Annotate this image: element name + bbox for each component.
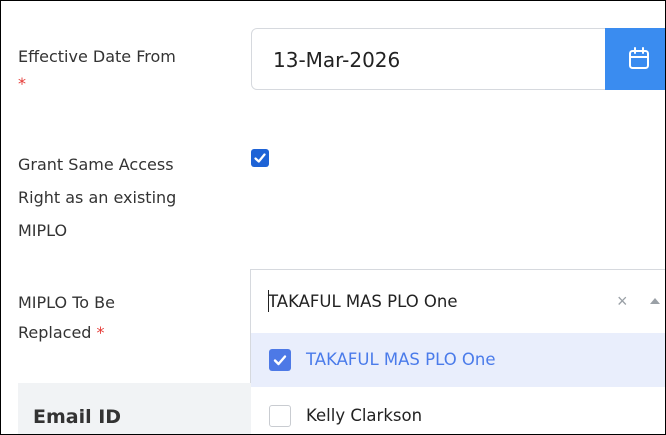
dropdown-option[interactable]: TAKAFUL MAS PLO One <box>250 333 665 387</box>
grant-label-line2: Right as an existing <box>18 188 177 207</box>
email-id-header: Email ID <box>18 383 251 434</box>
grant-access-checkbox[interactable] <box>251 149 269 167</box>
grant-access-label: Grant Same Access Right as an existing M… <box>18 148 233 247</box>
calendar-icon <box>629 47 649 69</box>
form-panel: Effective Date From * 13-Mar-2026 Grant … <box>0 0 666 435</box>
grant-label-line3: MIPLO <box>18 221 68 240</box>
multiselect-value[interactable]: TAKAFUL MAS PLO One <box>268 270 458 334</box>
effective-date-label: Effective Date From * <box>18 43 233 97</box>
checkmark-icon <box>254 153 266 163</box>
option-label: TAKAFUL MAS PLO One <box>306 350 496 369</box>
effective-date-input[interactable]: 13-Mar-2026 <box>273 29 400 91</box>
effective-date-field[interactable]: 13-Mar-2026 <box>251 28 665 91</box>
option-label: Kelly Clarkson <box>306 406 423 425</box>
calendar-button[interactable] <box>605 28 665 90</box>
required-asterisk: * <box>18 74 26 93</box>
miplo-replaced-label: MIPLO To Be Replaced * <box>18 288 233 348</box>
caret-up-icon[interactable] <box>650 298 660 304</box>
option-checkbox[interactable] <box>269 405 291 427</box>
replace-label-line1: MIPLO To Be <box>18 293 115 312</box>
checkmark-icon <box>273 355 287 366</box>
dropdown-option[interactable]: Kelly Clarkson <box>250 389 665 434</box>
miplo-multiselect[interactable]: TAKAFUL MAS PLO One × <box>250 269 665 334</box>
grant-label-line1: Grant Same Access <box>18 155 174 174</box>
option-checkbox-checked[interactable] <box>269 349 291 371</box>
required-asterisk: * <box>96 323 105 342</box>
effective-date-label-text: Effective Date From <box>18 47 176 66</box>
replace-label-line2: Replaced <box>18 323 92 342</box>
clear-icon[interactable]: × <box>617 289 628 313</box>
email-id-header-text: Email ID <box>33 406 122 428</box>
